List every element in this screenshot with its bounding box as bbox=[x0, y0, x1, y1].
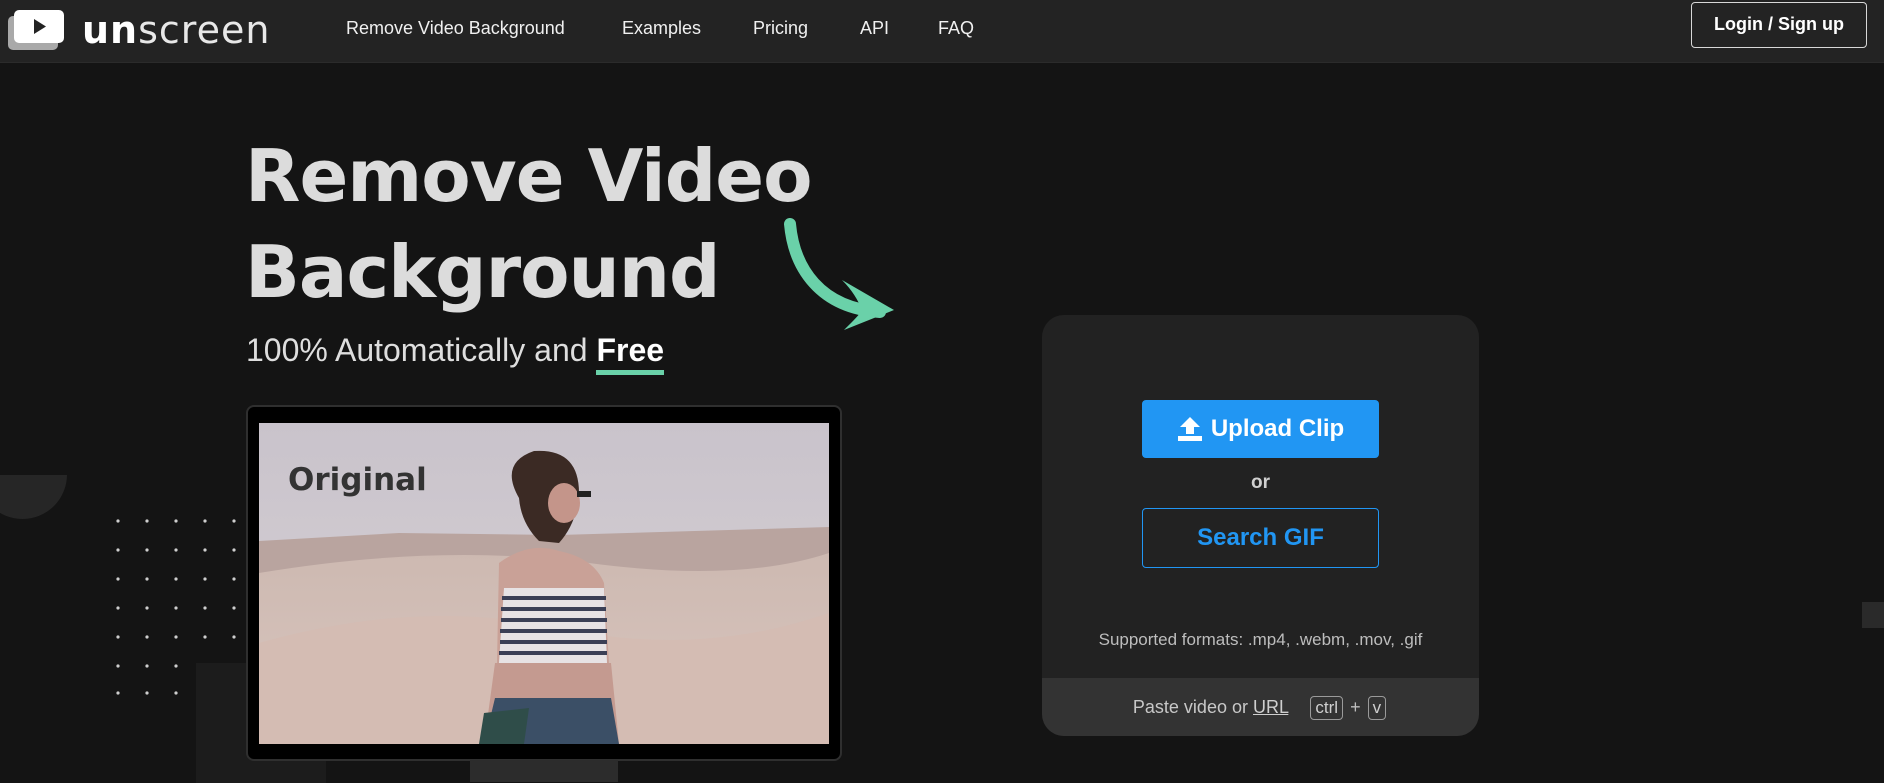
search-gif-button[interactable]: Search GIF bbox=[1142, 508, 1379, 568]
play-logo-icon bbox=[8, 10, 64, 50]
login-signup-button[interactable]: Login / Sign up bbox=[1691, 2, 1867, 48]
nav-examples[interactable]: Examples bbox=[622, 17, 701, 39]
hero-subtitle-free: Free bbox=[596, 332, 665, 375]
ctrl-key: ctrl bbox=[1310, 696, 1344, 720]
upload-card: Upload Clip or Search GIF Supported form… bbox=[1042, 315, 1479, 736]
or-separator: or bbox=[1251, 472, 1270, 493]
curved-arrow-icon bbox=[784, 218, 894, 330]
nav-remove-video-background[interactable]: Remove Video Background bbox=[346, 17, 565, 39]
supported-formats-text: Supported formats: .mp4, .webm, .mov, .g… bbox=[1098, 630, 1423, 649]
upload-icon bbox=[1177, 417, 1202, 441]
paste-url-link[interactable]: URL bbox=[1253, 697, 1288, 717]
preview-original-label: Original bbox=[288, 462, 427, 498]
unscreen-logo[interactable]: unscreen bbox=[8, 8, 278, 52]
v-key: v bbox=[1367, 696, 1387, 720]
decorative-half-circle bbox=[0, 475, 67, 520]
hero-subtitle-prefix: 100% Automatically and bbox=[246, 332, 588, 368]
top-navbar: unscreen Remove Video Background Example… bbox=[0, 0, 1884, 63]
upload-clip-button[interactable]: Upload Clip bbox=[1142, 400, 1379, 458]
hero-title-line1: Remove Video bbox=[245, 134, 813, 218]
key-plus: + bbox=[1350, 697, 1361, 717]
logo-text: unscreen bbox=[82, 8, 271, 52]
nav-pricing[interactable]: Pricing bbox=[753, 17, 808, 39]
paste-prefix: Paste video or bbox=[1132, 697, 1248, 717]
monitor-stand bbox=[470, 760, 618, 782]
nav-faq[interactable]: FAQ bbox=[938, 17, 974, 39]
decorative-square bbox=[1862, 602, 1884, 628]
paste-bar: Paste video or URL ctrl + v bbox=[1042, 678, 1479, 736]
upload-clip-label: Upload Clip bbox=[1210, 415, 1345, 442]
nav-api[interactable]: API bbox=[860, 17, 889, 39]
hero-subtitle: 100% Automatically and Free bbox=[246, 330, 665, 375]
